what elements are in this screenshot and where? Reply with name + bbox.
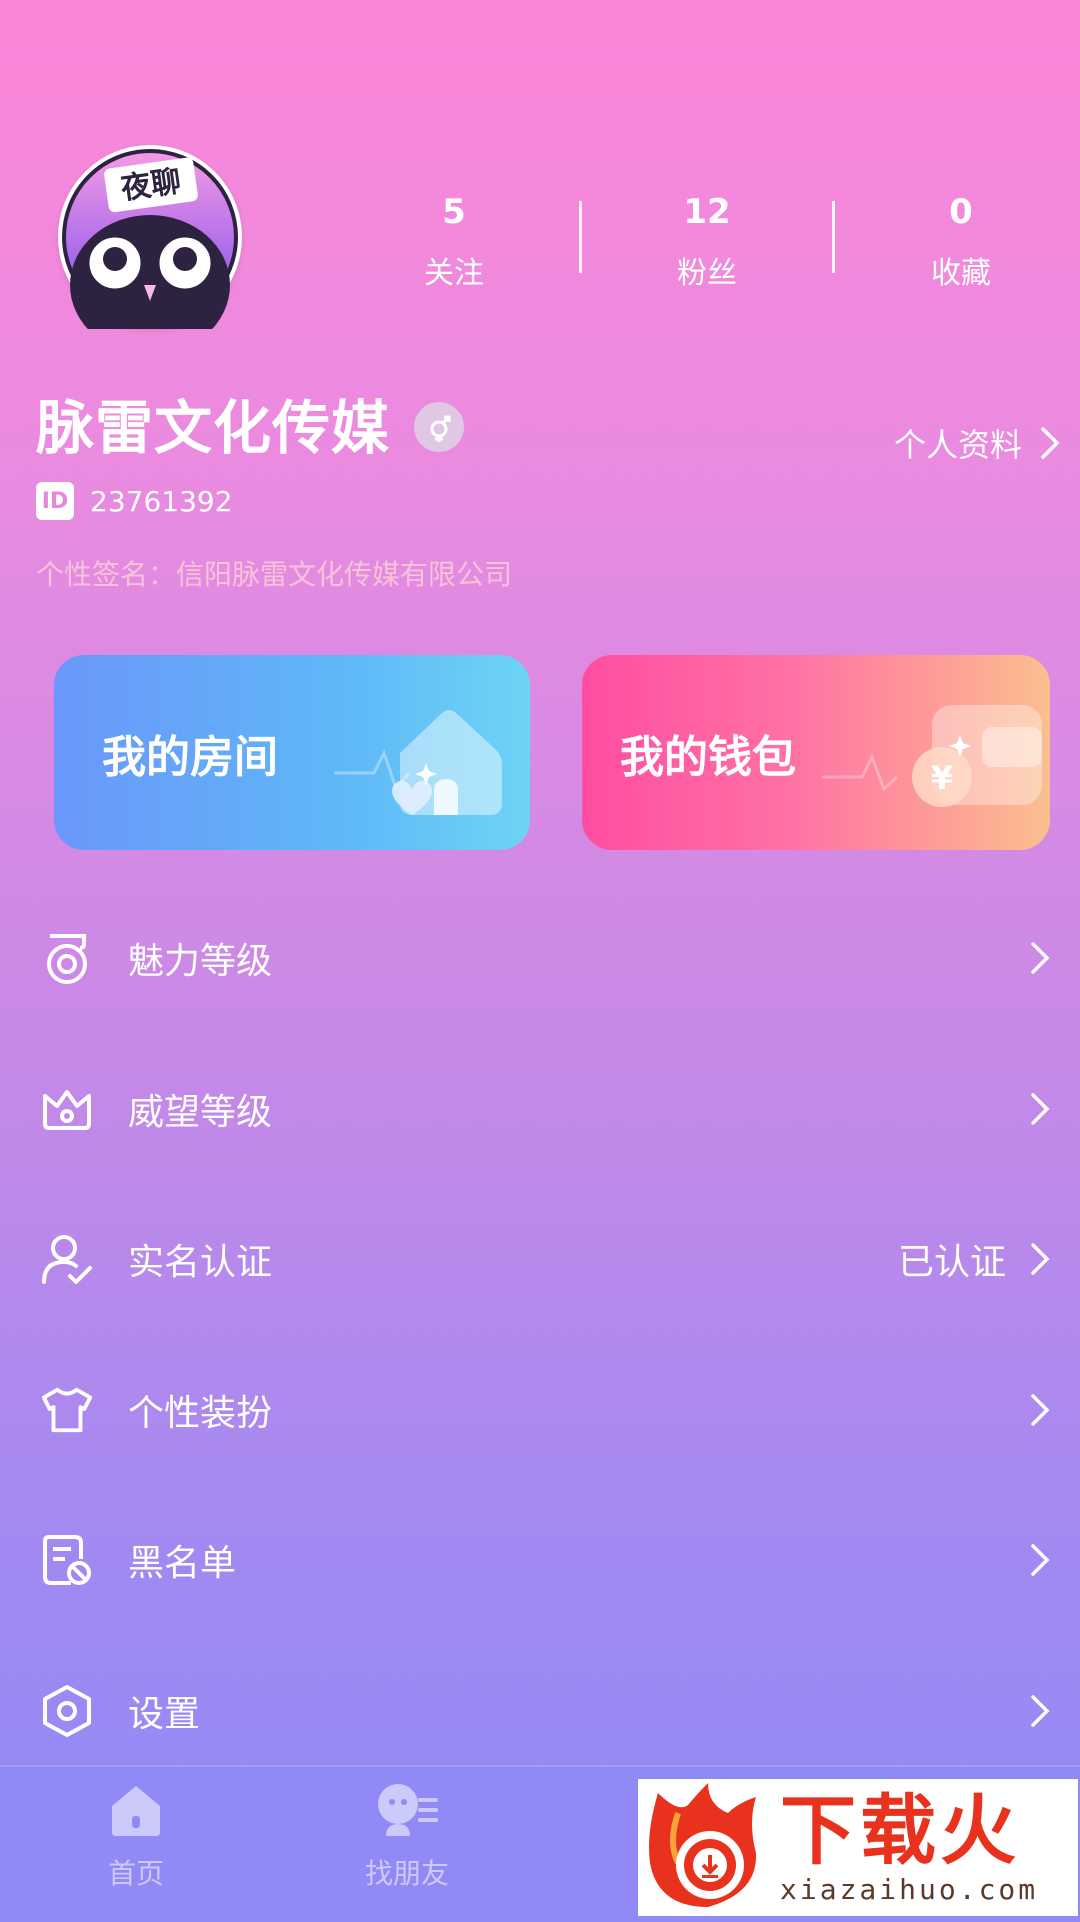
fans-count: 12 — [683, 192, 731, 232]
house-icon — [334, 710, 502, 815]
signature: 个性签名：信阳脉雷文化传媒有限公司 — [36, 558, 513, 591]
username: 脉雷文化传媒 — [36, 394, 391, 462]
menu-label: 魅力等级 — [128, 941, 273, 982]
nav-find-friends-label: 找朋友 — [364, 1857, 449, 1890]
menu-label: 实名认证 — [128, 1242, 273, 1283]
fans-label: 粉丝 — [677, 256, 737, 291]
favorites-count: 0 — [949, 192, 973, 232]
chevron-right-icon — [1031, 1093, 1050, 1125]
nav-home[interactable]: 首页 — [56, 1780, 216, 1892]
settings-icon — [40, 1684, 94, 1738]
menu-prestige-level[interactable]: 威望等级 — [0, 1034, 1080, 1184]
my-room-card[interactable]: 我的房间 — [54, 655, 530, 850]
menu-label: 设置 — [128, 1694, 201, 1735]
user-verified-icon — [40, 1232, 94, 1286]
profile-link[interactable]: 个人资料 — [894, 420, 1060, 466]
chevron-right-icon — [1031, 1243, 1050, 1275]
nav-find-friends[interactable]: 找朋友 — [327, 1780, 487, 1892]
following-label: 关注 — [424, 256, 484, 291]
my-wallet-label: 我的钱包 — [620, 731, 796, 783]
flame-logo-icon — [649, 1782, 757, 1907]
menu-label: 个性装扮 — [128, 1393, 273, 1434]
chevron-right-icon — [1031, 1695, 1050, 1727]
menu-settings[interactable]: 设置 — [0, 1636, 1080, 1786]
watermark: 下载火 xiazaihuo.com — [638, 1779, 1078, 1916]
chevron-right-icon — [1031, 942, 1050, 974]
stat-following[interactable]: 5 关注 — [364, 192, 544, 294]
user-id: 23761392 — [90, 485, 233, 518]
owl-logo-icon: 夜聊 — [62, 149, 238, 329]
blacklist-icon — [40, 1533, 94, 1587]
chevron-right-icon — [1031, 1394, 1050, 1426]
verification-status: 已认证 — [897, 1242, 1006, 1283]
id-badge: ID — [36, 482, 74, 520]
favorites-label: 收藏 — [931, 256, 991, 291]
stat-divider — [832, 201, 835, 273]
my-room-label: 我的房间 — [102, 731, 278, 783]
my-wallet-card[interactable]: 我的钱包 ¥ — [582, 655, 1050, 850]
chevron-right-icon — [1031, 1544, 1050, 1576]
menu-blacklist[interactable]: 黑名单 — [0, 1485, 1080, 1635]
stat-favorites[interactable]: 0 收藏 — [871, 192, 1051, 294]
find-friends-icon — [378, 1784, 438, 1836]
profile-link-label: 个人资料 — [893, 426, 1022, 464]
charm-level-icon — [40, 931, 94, 985]
home-icon — [112, 1786, 160, 1836]
nav-home-label: 首页 — [107, 1857, 164, 1890]
chevron-right-icon — [1041, 427, 1060, 459]
svg-text:¥: ¥ — [931, 759, 953, 797]
wallet-icon: ¥ — [822, 705, 1042, 807]
menu-charm-level[interactable]: 魅力等级 — [0, 883, 1080, 1033]
watermark-title: 下载火 — [780, 1786, 1020, 1875]
menu-label: 黑名单 — [128, 1543, 237, 1584]
avatar[interactable]: 夜聊 — [58, 145, 242, 329]
tshirt-icon — [40, 1383, 94, 1437]
gender-icon — [414, 402, 464, 452]
menu-dress-up[interactable]: 个性装扮 — [0, 1335, 1080, 1485]
crown-icon — [40, 1082, 94, 1136]
following-count: 5 — [442, 192, 466, 232]
menu-label: 威望等级 — [128, 1092, 273, 1133]
stat-fans[interactable]: 12 粉丝 — [617, 192, 797, 294]
menu-real-name-verification[interactable]: 实名认证 已认证 — [0, 1184, 1080, 1334]
watermark-url: xiazaihuo.com — [780, 1873, 1039, 1906]
stat-divider — [579, 201, 582, 273]
